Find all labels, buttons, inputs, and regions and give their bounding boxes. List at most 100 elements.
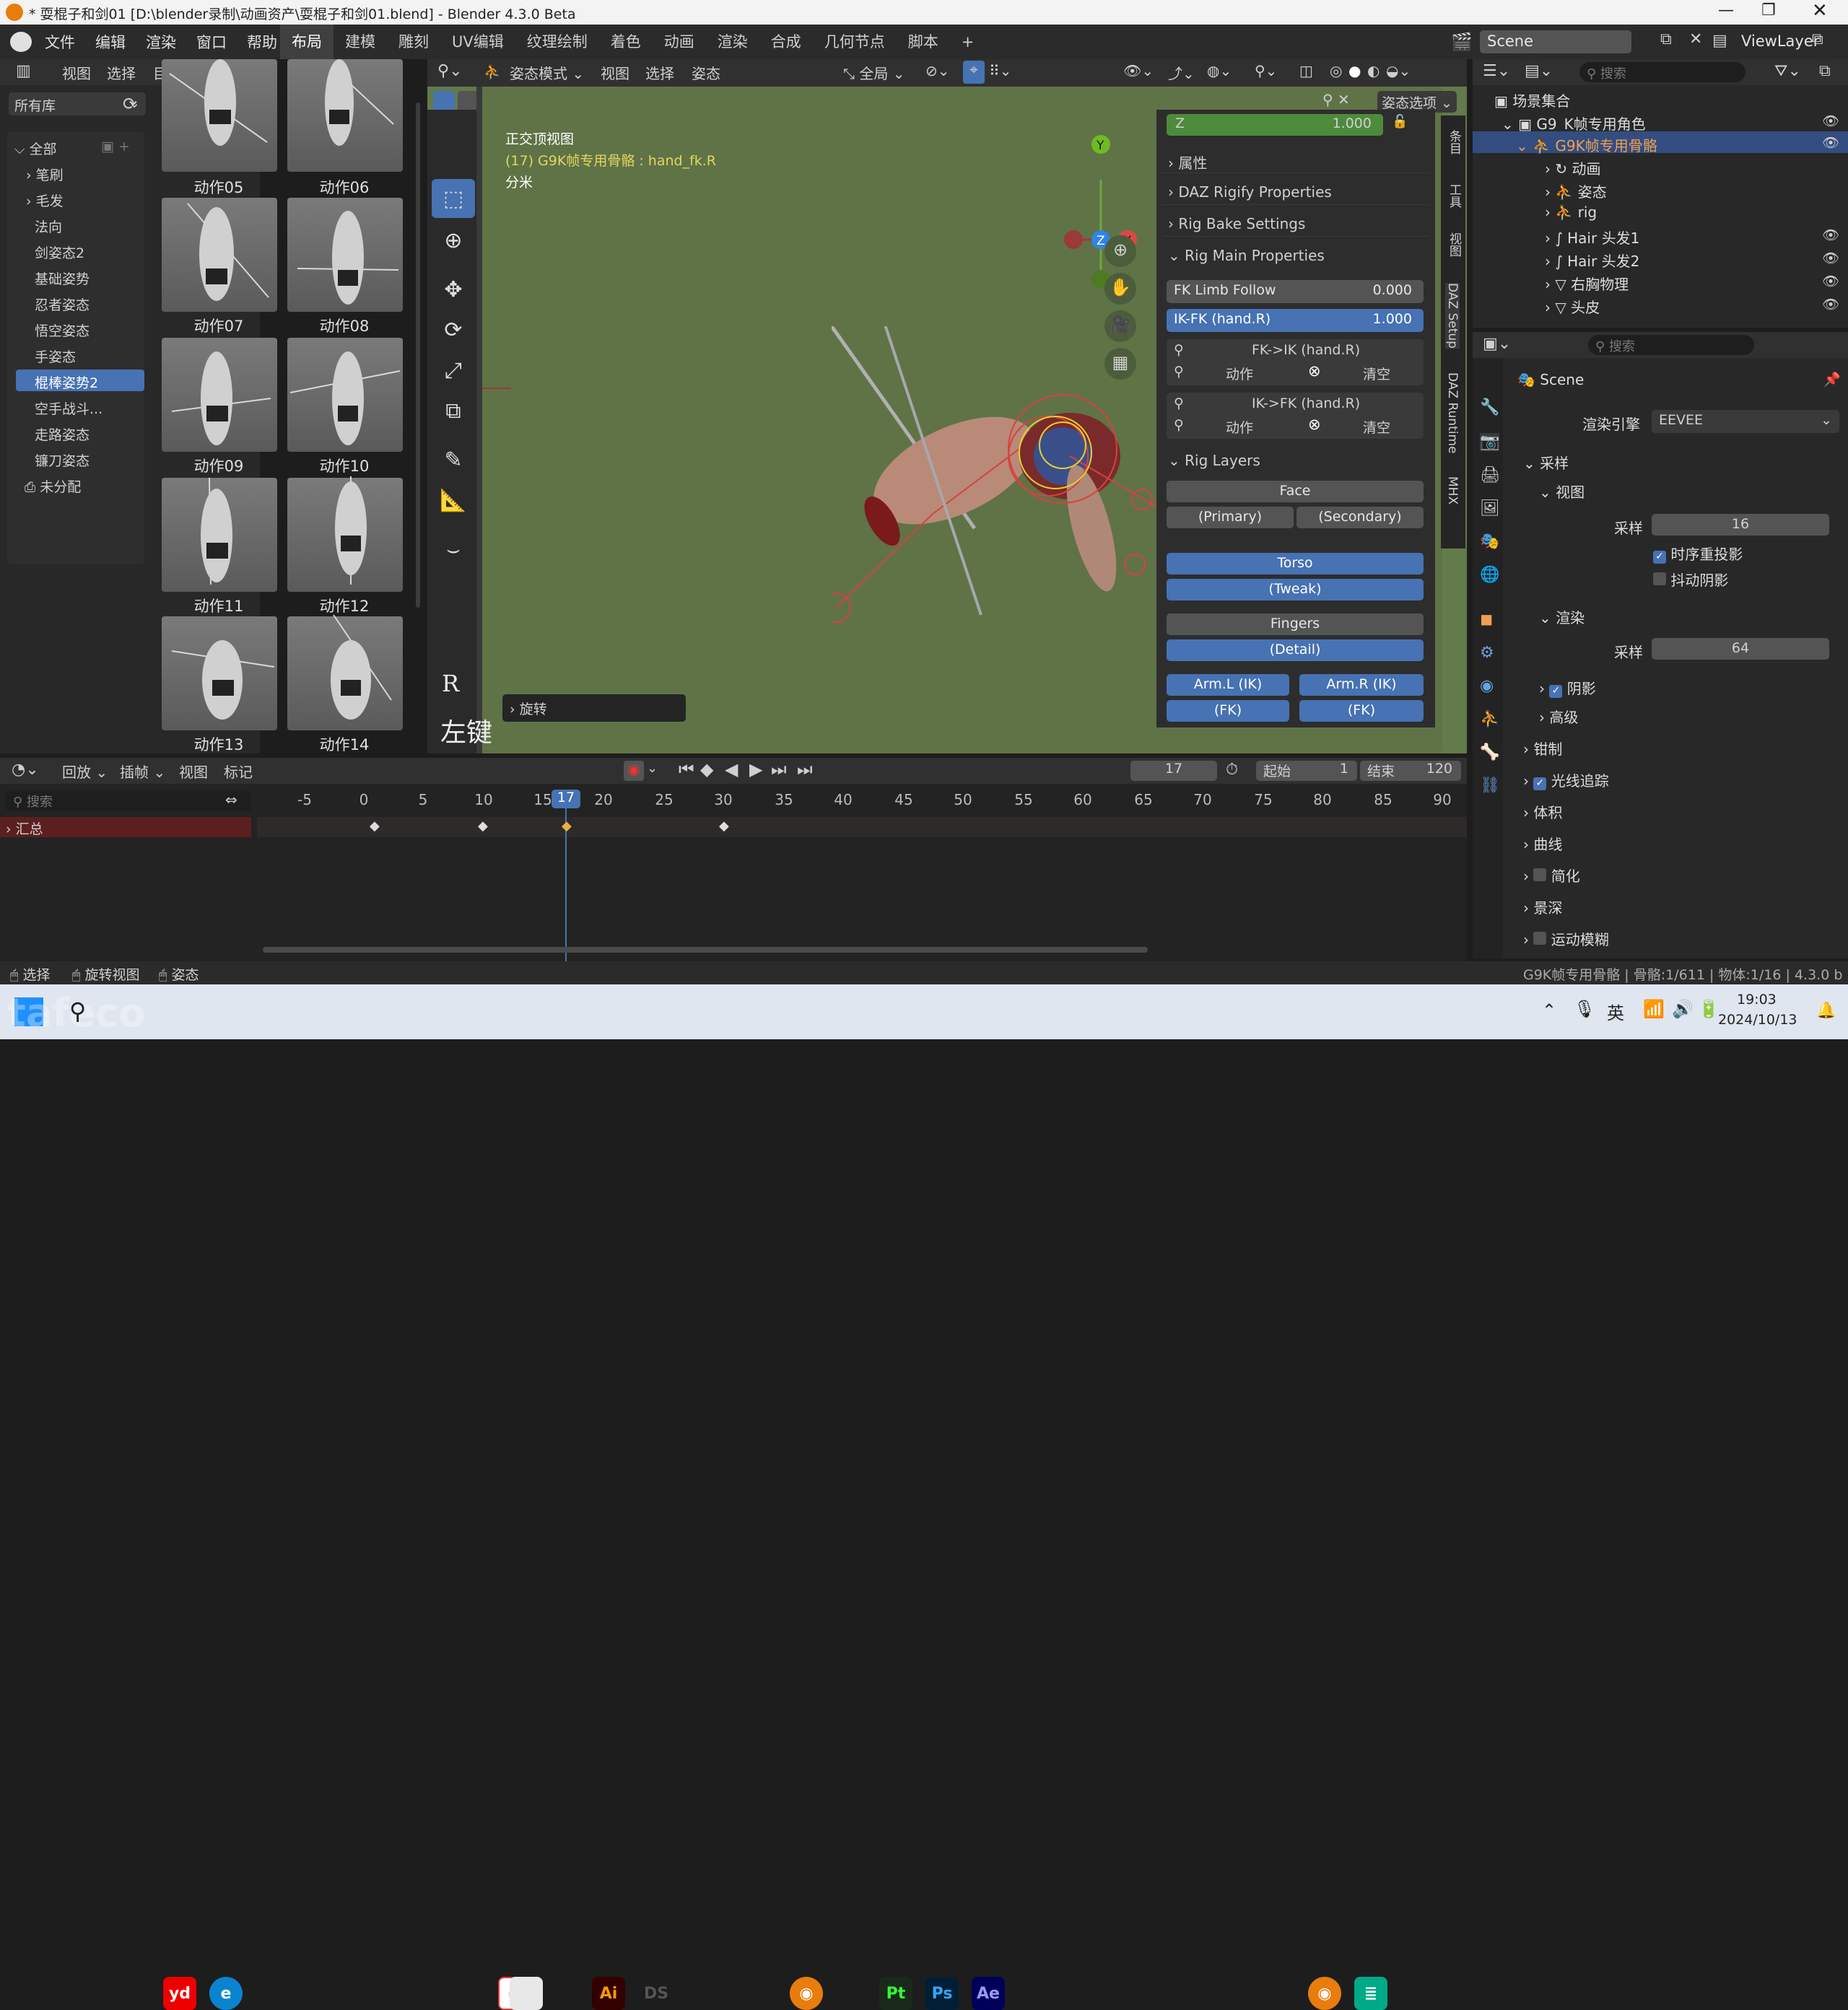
subsection-viewport[interactable]: ⌄ 视图: [1539, 481, 1585, 502]
keyframe-marker[interactable]: ◆: [478, 818, 488, 834]
layer-primary-button[interactable]: (Primary): [1167, 507, 1294, 528]
end-frame-field[interactable]: 结束 120: [1360, 761, 1461, 781]
ime-indicator[interactable]: 英: [1607, 999, 1624, 1024]
viewport-samples-field[interactable]: 16: [1652, 514, 1829, 536]
scene-icon[interactable]: 🎬: [1451, 32, 1473, 52]
cursor-tool-icon[interactable]: ⊕: [432, 221, 475, 260]
annotate-tool-icon[interactable]: ✎: [432, 440, 475, 479]
layer-face-button[interactable]: Face: [1167, 481, 1424, 502]
volume-icon[interactable]: 🔊: [1672, 999, 1694, 1019]
fk-to-ik-clear-button[interactable]: 清空: [1363, 364, 1390, 383]
visibility-eye-icon[interactable]: 👁: [1822, 273, 1839, 289]
close-icon[interactable]: ✕: [1812, 0, 1828, 22]
render-engine-select[interactable]: EEVEE ⌄: [1652, 410, 1839, 433]
filter-icon[interactable]: ⛛⌄: [1774, 62, 1801, 80]
menu-render[interactable]: 渲染: [136, 31, 186, 53]
tab-sculpting[interactable]: 雕刻: [387, 25, 440, 59]
layer-arm-l-ik-button[interactable]: Arm.L (IK): [1167, 674, 1289, 696]
view-layer-icon[interactable]: ▤: [1712, 32, 1727, 50]
physics-tab-icon[interactable]: ◉: [1480, 677, 1494, 695]
pan-icon[interactable]: ✋: [1104, 273, 1136, 305]
vp-menu-select[interactable]: 选择: [645, 62, 674, 83]
tl-menu-keying[interactable]: 插帧 ⌄: [120, 761, 165, 782]
rendered-shading-icon[interactable]: ◒⌄: [1386, 62, 1411, 79]
pivot-icon[interactable]: ⊘⌄: [925, 62, 950, 79]
subsection-advanced[interactable]: › 高级: [1539, 706, 1578, 727]
painter-icon[interactable]: Pt: [879, 1977, 912, 2010]
visibility-eye-icon[interactable]: 👁: [1822, 113, 1839, 129]
search-icon[interactable]: ⚲: [69, 997, 86, 1025]
pin-icon[interactable]: 📌: [1823, 371, 1841, 388]
illustrator-icon[interactable]: Ai: [592, 1977, 625, 2010]
tl-menu-playback[interactable]: 回放 ⌄: [62, 761, 108, 782]
notification-icon[interactable]: 🔔: [1816, 1002, 1836, 1020]
prev-keyframe-icon[interactable]: ◆: [700, 759, 713, 779]
stopwatch-icon[interactable]: ⏱: [1226, 761, 1238, 779]
last-operator-panel[interactable]: › 旋转: [502, 694, 686, 722]
temporal-reprojection-checkbox[interactable]: ✓ 时序重投影: [1653, 543, 1743, 564]
bone-overlay-icon[interactable]: ⚲⌄: [1255, 62, 1277, 79]
bone-tab-icon[interactable]: 🦴: [1480, 743, 1499, 761]
subsection-render[interactable]: ⌄ 渲染: [1539, 606, 1585, 627]
section-rig-main[interactable]: ⌄ Rig Main Properties: [1162, 244, 1429, 268]
fk-limb-follow-slider[interactable]: FK Limb Follow 0.000: [1167, 280, 1424, 303]
solid-shading-icon[interactable]: ●: [1348, 62, 1361, 79]
section-sampling[interactable]: ⌄ 采样: [1523, 452, 1569, 473]
scene-tab-icon[interactable]: 🎭: [1480, 533, 1499, 551]
keyframe-marker[interactable]: ◆: [719, 818, 729, 834]
transform-orientation-select[interactable]: ⤡ 全局 ⌄: [843, 62, 905, 83]
current-frame-indicator[interactable]: 17: [552, 790, 580, 808]
outliner-item[interactable]: › ⛹ 姿态: [1545, 180, 1607, 201]
menu-window[interactable]: 窗口: [186, 31, 237, 53]
mode-select[interactable]: 姿态模式 ⌄: [510, 62, 584, 83]
tab-texture-paint[interactable]: 纹理绘制: [515, 25, 599, 59]
maximize-icon[interactable]: ❐: [1761, 1, 1776, 19]
outliner-item[interactable]: ⌄ ▣ G9_K帧专用角色: [1502, 113, 1646, 134]
menu-file[interactable]: 文件: [35, 31, 85, 53]
section-curves[interactable]: › 曲线: [1523, 833, 1562, 854]
outliner-item-armature[interactable]: ⌄ ⛹ G9K帧专用骨骼: [1516, 134, 1657, 155]
ik-fk-slider[interactable]: IK-FK (hand.R) 1.000: [1167, 309, 1424, 332]
section-clamping[interactable]: › 钳制: [1523, 738, 1562, 759]
editor-type-icon[interactable]: ⚲⌄: [437, 62, 463, 80]
section-rig-bake[interactable]: › Rig Bake Settings: [1162, 212, 1429, 237]
clock-time[interactable]: 19:03: [1737, 992, 1777, 1008]
layer-fingers-button[interactable]: Fingers: [1167, 613, 1424, 635]
wifi-icon[interactable]: 📶: [1643, 999, 1665, 1019]
visibility-eye-icon[interactable]: 👁: [1822, 250, 1839, 266]
jump-end-icon[interactable]: ⏭: [797, 759, 813, 779]
ik-to-fk-action-button[interactable]: 动作: [1226, 417, 1253, 437]
editor-type-icon[interactable]: ◔⌄: [12, 761, 39, 779]
layer-arm-r-ik-button[interactable]: Arm.R (IK): [1299, 674, 1424, 696]
lock-icon[interactable]: 🔓: [1392, 114, 1408, 129]
outliner-item[interactable]: › ↻ 动画: [1545, 157, 1600, 178]
modifier-tab-icon[interactable]: ⚙: [1480, 644, 1494, 662]
measure-tool-icon[interactable]: 📐: [432, 481, 475, 520]
snap-settings-icon[interactable]: ⠿⌄: [989, 62, 1011, 79]
section-motion-blur[interactable]: › 运动模糊: [1523, 928, 1609, 949]
outliner-item[interactable]: › ▽ 头皮: [1545, 296, 1600, 317]
keyframe-marker-selected[interactable]: ◆: [562, 818, 572, 834]
section-raytracing[interactable]: › ✓ 光线追踪: [1523, 769, 1609, 790]
scene-remove-icon[interactable]: ✕: [1689, 30, 1702, 48]
microphone-icon[interactable]: 🎙: [1574, 999, 1595, 1019]
pose-relax-tool-icon[interactable]: ⌣: [432, 530, 475, 569]
checkbox-empty-icon[interactable]: [1533, 868, 1547, 881]
tab-layout[interactable]: 布局: [280, 25, 334, 59]
outliner-item[interactable]: › ⛹ rig: [1545, 204, 1597, 221]
tab-mhx[interactable]: MHX: [1445, 476, 1460, 504]
tool-tab-icon[interactable]: 🔧: [1480, 398, 1499, 416]
view-layer-tab-icon[interactable]: 🖼: [1480, 499, 1500, 517]
tab-uv-editing[interactable]: UV编辑: [440, 25, 515, 59]
tray-chevron-icon[interactable]: ⌃: [1542, 1000, 1556, 1021]
outliner-search-input[interactable]: ⚲ 搜索: [1579, 62, 1745, 82]
scene-name-field[interactable]: Scene: [1480, 30, 1631, 53]
view-layer-field[interactable]: ViewLayer: [1735, 30, 1819, 53]
fk-to-ik-button[interactable]: FK->IK (hand.R): [1252, 342, 1360, 358]
editor-type-icon[interactable]: ☰⌄: [1483, 62, 1510, 80]
photoshop-icon[interactable]: Ps: [925, 1977, 959, 2010]
layer-secondary-button[interactable]: (Secondary): [1296, 507, 1424, 528]
fk-to-ik-action-button[interactable]: 动作: [1226, 364, 1253, 383]
visibility-eye-icon[interactable]: 👁: [1822, 134, 1839, 151]
summary-row[interactable]: › 汇总: [0, 817, 251, 837]
